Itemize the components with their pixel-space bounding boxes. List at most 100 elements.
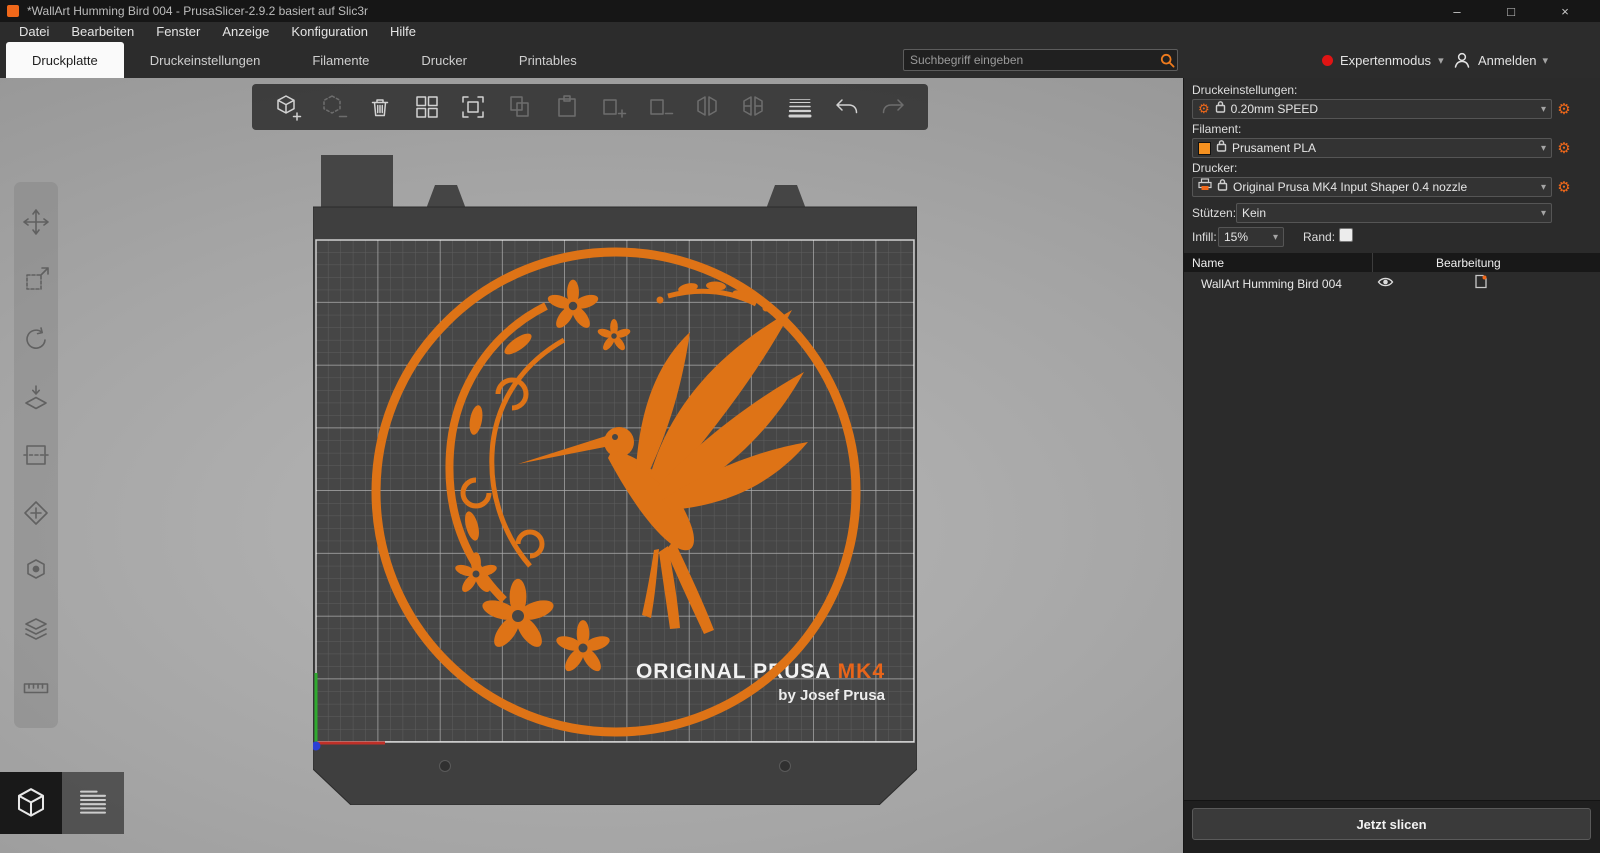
menu-fenster[interactable]: Fenster <box>145 22 211 42</box>
copy-icon <box>510 96 529 117</box>
slice-now-button[interactable]: Jetzt slicen <box>1192 808 1591 840</box>
copy-button[interactable] <box>502 89 538 125</box>
split-objects-button[interactable] <box>689 89 725 125</box>
tab-drucker[interactable]: Drucker <box>395 42 493 78</box>
measure-icon <box>23 682 49 693</box>
place-on-face-icon <box>25 384 47 410</box>
print-settings-gear-button[interactable]: ⚙ <box>1554 99 1574 119</box>
print-settings-label: Druckeinstellungen: <box>1192 83 1298 97</box>
tab-printables[interactable]: Printables <box>493 42 603 78</box>
login-selector[interactable]: Anmelden ▾ <box>1452 48 1548 72</box>
remove-instance-button[interactable] <box>642 89 678 125</box>
infill-label: Infill: <box>1192 230 1217 244</box>
delete-all-button[interactable] <box>362 89 398 125</box>
infill-combo[interactable]: 15% ▾ <box>1218 227 1284 247</box>
split-parts-button[interactable] <box>735 89 771 125</box>
tab-druckplatte[interactable]: Druckplatte <box>6 42 124 78</box>
redo-icon <box>882 99 904 114</box>
arrange-button[interactable] <box>409 89 445 125</box>
seam-painting-tool-button[interactable] <box>18 553 54 589</box>
editor-cube-icon <box>17 788 45 817</box>
object-row[interactable]: WallArt Humming Bird 004 <box>1184 274 1600 294</box>
mmu-painting-tool-button[interactable] <box>18 612 54 648</box>
delete-object-button[interactable] <box>315 89 351 125</box>
remove-instance-icon <box>650 99 674 115</box>
move-icon <box>23 209 49 235</box>
editor-view-button[interactable] <box>0 772 62 834</box>
menu-datei[interactable]: Datei <box>8 22 60 42</box>
expert-mode-dot-icon <box>1322 54 1333 66</box>
menu-bearbeiten[interactable]: Bearbeiten <box>60 22 145 42</box>
main-area: ORIGINAL PRUSA MK4 by Josef Prusa Drucke… <box>0 78 1600 853</box>
menu-konfiguration[interactable]: Konfiguration <box>280 22 379 42</box>
model-hummingbird-wallart[interactable] <box>368 244 864 740</box>
column-edit-header: Bearbeitung <box>1436 255 1501 270</box>
supports-value: Kein <box>1242 206 1267 220</box>
add-cube-icon <box>276 95 301 121</box>
object-table-header: Name Bearbeitung <box>1184 253 1600 272</box>
paste-button[interactable] <box>549 89 585 125</box>
seam-paint-icon <box>27 559 45 580</box>
column-name-header: Name <box>1192 255 1225 270</box>
lock-icon <box>1216 139 1227 157</box>
paste-icon <box>557 95 576 117</box>
visibility-eye-icon[interactable] <box>1377 275 1394 293</box>
filament-combo[interactable]: Prusament PLA ▾ <box>1192 138 1552 158</box>
user-icon <box>1454 52 1470 68</box>
rotate-tool-button[interactable] <box>18 321 54 357</box>
viewport-3d[interactable]: ORIGINAL PRUSA MK4 by Josef Prusa <box>0 78 1183 853</box>
add-instance-button[interactable] <box>595 89 631 125</box>
brim-checkbox[interactable] <box>1339 228 1353 242</box>
search-box <box>903 49 1178 71</box>
printer-label: Drucker: <box>1192 161 1238 175</box>
object-toolbar <box>252 84 928 130</box>
chevron-down-icon: ▾ <box>1540 142 1546 154</box>
settings-sidebar: Druckeinstellungen: ⚙ 0.20mm SPEED ▾ ⚙ F… <box>1183 78 1600 853</box>
menu-anzeige[interactable]: Anzeige <box>211 22 280 42</box>
supports-combo[interactable]: Kein ▾ <box>1236 203 1552 223</box>
arrange-bed-button[interactable] <box>455 89 491 125</box>
delete-cube-icon <box>323 95 348 118</box>
support-paint-icon <box>24 501 48 525</box>
printer-gear-button[interactable]: ⚙ <box>1554 177 1574 197</box>
measure-tool-button[interactable] <box>18 670 54 706</box>
cut-tool-button[interactable] <box>18 437 54 473</box>
minimize-button[interactable]: – <box>1445 4 1469 19</box>
printer-combo[interactable]: Original Prusa MK4 Input Shaper 0.4 nozz… <box>1192 177 1552 197</box>
filament-gear-button[interactable]: ⚙ <box>1554 138 1574 158</box>
search-icon[interactable] <box>1157 53 1177 68</box>
tab-druckeinstellungen[interactable]: Druckeinstellungen <box>124 42 287 78</box>
edit-object-icon[interactable] <box>1474 274 1488 294</box>
search-input[interactable] <box>904 53 1157 67</box>
chevron-down-icon: ▾ <box>1272 231 1278 243</box>
undo-button[interactable] <box>829 89 865 125</box>
filament-color-swatch <box>1198 141 1211 155</box>
preview-layers-icon <box>79 790 107 814</box>
printer-icon <box>1198 178 1212 196</box>
split-objects-icon <box>696 96 717 116</box>
tab-filamente[interactable]: Filamente <box>286 42 395 78</box>
chevron-down-icon: ▾ <box>1540 181 1546 193</box>
prusaslicer-window: *WallArt Humming Bird 004 - PrusaSlicer-… <box>0 0 1600 853</box>
print-settings-combo[interactable]: ⚙ 0.20mm SPEED ▾ <box>1192 99 1552 119</box>
gizmo-toolbar <box>14 182 58 728</box>
preview-view-button[interactable] <box>62 772 124 834</box>
print-settings-value: 0.20mm SPEED <box>1230 102 1319 116</box>
move-tool-button[interactable] <box>18 204 54 240</box>
place-on-face-tool-button[interactable] <box>18 379 54 415</box>
add-instance-icon <box>603 99 627 118</box>
redo-button[interactable] <box>875 89 911 125</box>
cut-icon <box>23 445 49 465</box>
window-title: *WallArt Humming Bird 004 - PrusaSlicer-… <box>27 4 369 18</box>
menu-hilfe[interactable]: Hilfe <box>379 22 427 42</box>
mode-selector[interactable]: Expertenmodus ▾ <box>1322 50 1444 70</box>
trash-icon <box>371 99 389 117</box>
close-button[interactable]: × <box>1553 4 1577 19</box>
variable-layer-height-button[interactable] <box>782 89 818 125</box>
maximize-button[interactable]: □ <box>1499 4 1523 19</box>
scale-tool-button[interactable] <box>18 262 54 298</box>
add-object-button[interactable] <box>269 89 305 125</box>
undo-icon <box>835 99 857 114</box>
chevron-down-icon: ▾ <box>1438 54 1444 67</box>
support-painting-tool-button[interactable] <box>18 495 54 531</box>
